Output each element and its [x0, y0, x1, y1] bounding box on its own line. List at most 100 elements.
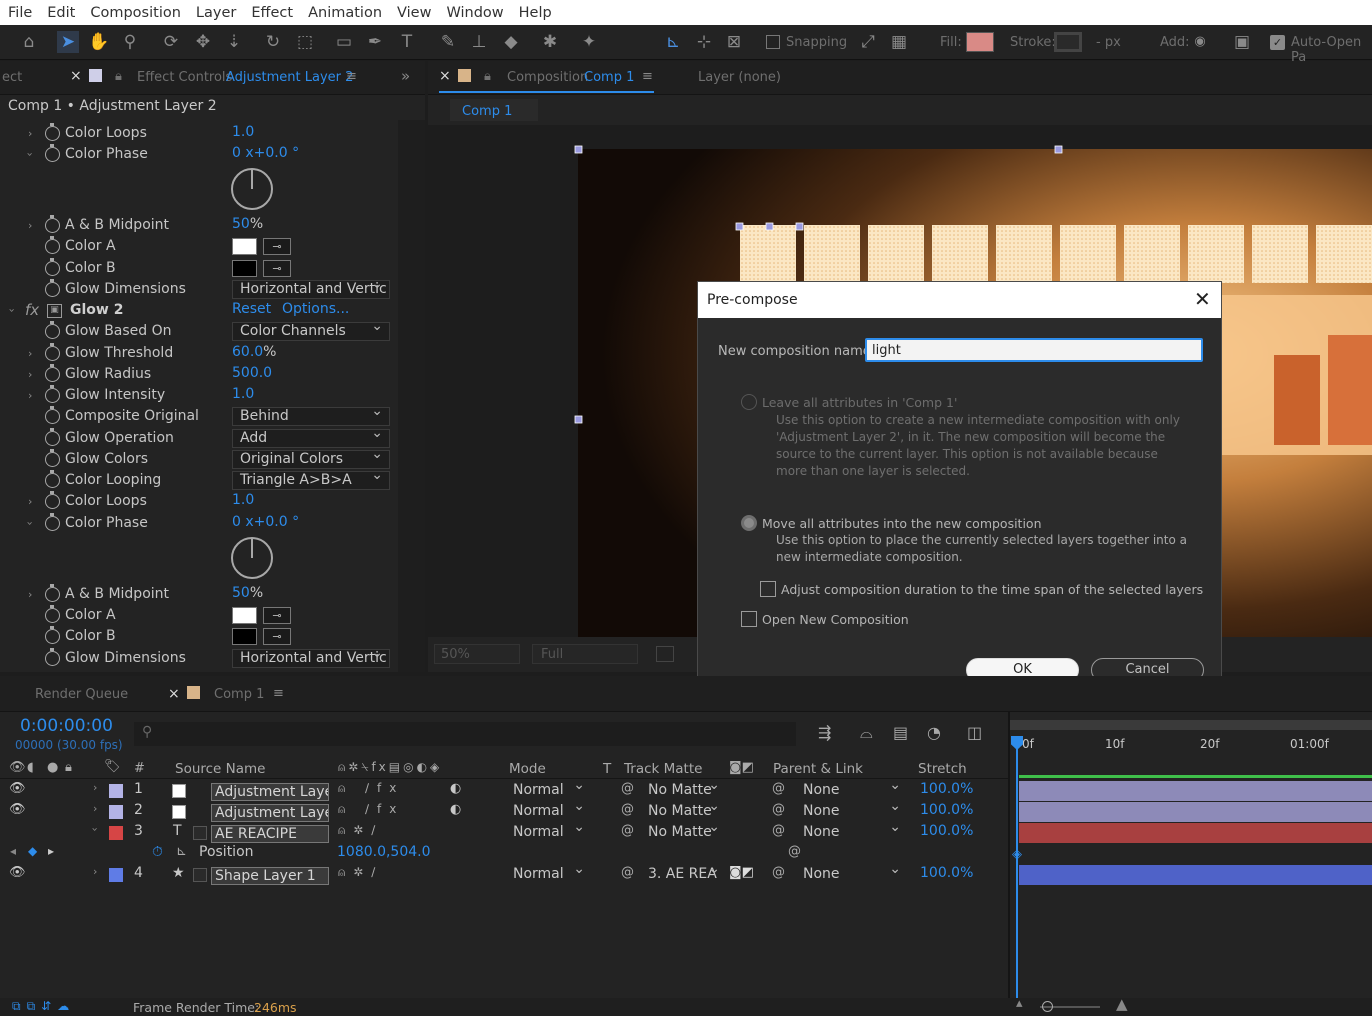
- color-phase-dial[interactable]: [231, 168, 273, 210]
- stopwatch-icon[interactable]: [45, 626, 60, 644]
- color-looping-dropdown[interactable]: Triangle A>B>A: [232, 471, 390, 490]
- close-tab-icon[interactable]: ×: [70, 68, 82, 84]
- parent-dropdown[interactable]: None: [803, 819, 901, 843]
- parent-dropdown[interactable]: None: [803, 777, 901, 801]
- pen-tool-icon[interactable]: ✒: [364, 31, 386, 53]
- chevron-right-icon[interactable]: ›: [28, 389, 32, 402]
- stretch-value[interactable]: 100.0%: [920, 865, 973, 881]
- lock-icon[interactable]: 🔒︎: [484, 69, 491, 84]
- stopwatch-icon[interactable]: [45, 321, 60, 339]
- region-of-interest-icon[interactable]: [656, 646, 674, 662]
- parent-pickwhip-icon[interactable]: @: [772, 802, 785, 817]
- parent-link-header[interactable]: Parent & Link: [773, 761, 863, 777]
- stretch-header[interactable]: Stretch: [918, 761, 967, 777]
- close-icon[interactable]: ✕: [1194, 287, 1211, 311]
- playhead[interactable]: [1016, 736, 1018, 998]
- layer-bar[interactable]: [1019, 781, 1372, 801]
- panel-menu-icon[interactable]: ≡: [346, 69, 357, 84]
- pickwhip-icon[interactable]: @: [621, 823, 634, 838]
- stopwatch-icon[interactable]: [45, 144, 60, 162]
- source-name-header[interactable]: Source Name: [175, 761, 266, 777]
- stopwatch-icon[interactable]: [45, 406, 60, 424]
- property-value[interactable]: 0 x+0.0 °: [232, 145, 299, 161]
- hand-tool-icon[interactable]: ✋: [88, 31, 110, 53]
- menu-view[interactable]: View: [389, 5, 438, 21]
- stopwatch-icon[interactable]: [45, 428, 60, 446]
- property-value[interactable]: 0 x+0.0 °: [232, 514, 299, 530]
- composite-original-dropdown[interactable]: Behind: [232, 407, 390, 426]
- property-value[interactable]: 60.0%: [232, 344, 276, 360]
- composition-tab-label[interactable]: Composition: [507, 70, 588, 85]
- expand-panels-icon[interactable]: »: [401, 67, 410, 85]
- zoom-out-icon[interactable]: ▴: [1016, 996, 1023, 1011]
- move-attributes-radio[interactable]: [741, 515, 757, 531]
- chevron-down-icon[interactable]: ›: [6, 308, 19, 312]
- workspace-icon[interactable]: ▣: [1231, 31, 1253, 53]
- chevron-right-icon[interactable]: ›: [28, 127, 32, 140]
- label-color-swatch[interactable]: [109, 784, 123, 798]
- options-link[interactable]: Options...: [282, 301, 349, 317]
- pickwhip-icon[interactable]: @: [621, 802, 634, 817]
- menu-window[interactable]: Window: [438, 5, 510, 21]
- timeline-comp-tab[interactable]: Comp 1: [214, 687, 264, 702]
- graph-editor-icon[interactable]: ◫: [967, 723, 982, 742]
- layer-name[interactable]: Adjustment Layer 2: [211, 783, 329, 801]
- adjustment-switch-icon[interactable]: ◐: [450, 781, 461, 796]
- layer-row[interactable]: 👁︎ › 4 ★ Shape Layer 1 ⍝✲∕ Normal @ 3. A…: [0, 861, 1010, 886]
- motion-blur-icon[interactable]: ◔: [927, 723, 941, 742]
- stopwatch-icon[interactable]: [45, 470, 60, 488]
- layer-row[interactable]: 👁︎ › 2 Adjustment Layer 1 ⍝ ∕fx ◐ Normal…: [0, 798, 1010, 823]
- eyedropper-icon[interactable]: ⊸: [263, 628, 291, 645]
- glow-operation-dropdown[interactable]: Add: [232, 429, 390, 448]
- adjust-duration-checkbox[interactable]: [760, 581, 776, 597]
- glow-based-on-dropdown[interactable]: Color Channels: [232, 322, 390, 341]
- eyedropper-icon[interactable]: ⊸: [263, 238, 291, 255]
- expression-pickwhip-icon[interactable]: @: [788, 844, 801, 859]
- prev-keyframe-icon[interactable]: ◂: [10, 844, 16, 858]
- menu-effect[interactable]: Effect: [243, 5, 300, 21]
- property-value[interactable]: 1.0: [232, 124, 254, 140]
- eraser-tool-icon[interactable]: ◆: [500, 31, 522, 53]
- roto-brush-icon[interactable]: ✱: [539, 31, 561, 53]
- pan-camera-icon[interactable]: ✥: [192, 31, 214, 53]
- stopwatch-icon[interactable]: [45, 236, 60, 254]
- stopwatch-icon[interactable]: [45, 215, 60, 233]
- chevron-right-icon[interactable]: ›: [93, 781, 97, 794]
- color-b-swatch[interactable]: [232, 260, 257, 277]
- prev-panel-tab[interactable]: ect: [2, 70, 22, 85]
- resolution-dropdown[interactable]: Full: [532, 644, 638, 664]
- stopwatch-icon[interactable]: ⏱︎: [152, 844, 163, 860]
- composition-name-input[interactable]: [865, 338, 1203, 362]
- chevron-right-icon[interactable]: ›: [28, 588, 32, 601]
- zoom-tool-icon[interactable]: ⚲: [119, 31, 141, 53]
- comp-subtab[interactable]: Comp 1: [450, 99, 538, 121]
- stopwatch-icon[interactable]: [45, 491, 60, 509]
- parent-dropdown[interactable]: None: [803, 798, 901, 822]
- panel-menu-icon[interactable]: ≡: [273, 686, 284, 701]
- property-value[interactable]: 1.0: [232, 492, 254, 508]
- color-a-swatch[interactable]: [232, 607, 257, 624]
- glow-colors-dropdown[interactable]: Original Colors: [232, 450, 390, 469]
- next-keyframe-icon[interactable]: ▸: [48, 844, 54, 858]
- stretch-value[interactable]: 100.0%: [920, 781, 973, 797]
- dolly-camera-icon[interactable]: ⇣: [223, 31, 245, 53]
- frame-blending-icon[interactable]: ▤: [893, 723, 908, 742]
- home-icon[interactable]: ⌂: [18, 31, 40, 53]
- layer-name[interactable]: Shape Layer 1: [211, 867, 329, 885]
- layer-switches[interactable]: ⍝✲∕: [338, 823, 383, 838]
- mode-header[interactable]: Mode: [509, 761, 546, 777]
- open-new-comp-checkbox[interactable]: [741, 611, 757, 627]
- graph-icon[interactable]: ⊾: [176, 844, 187, 859]
- color-b-swatch[interactable]: [232, 628, 257, 645]
- chevron-down-icon[interactable]: ›: [89, 827, 102, 831]
- layer-switches[interactable]: ⍝✲∕: [338, 865, 383, 880]
- eye-icon[interactable]: 👁︎: [9, 865, 26, 880]
- effect-controls-tab-label[interactable]: Effect Controls: [137, 70, 232, 85]
- layer-tab[interactable]: Layer (none): [698, 70, 781, 85]
- orbit-camera-icon[interactable]: ⟳: [160, 31, 182, 53]
- add-icon[interactable]: ◉: [1189, 31, 1211, 53]
- property-value[interactable]: 1.0: [232, 386, 254, 402]
- leave-attributes-radio[interactable]: [741, 394, 757, 410]
- layer-switches[interactable]: ⍝ ∕fx: [338, 802, 404, 817]
- stopwatch-icon[interactable]: [45, 385, 60, 403]
